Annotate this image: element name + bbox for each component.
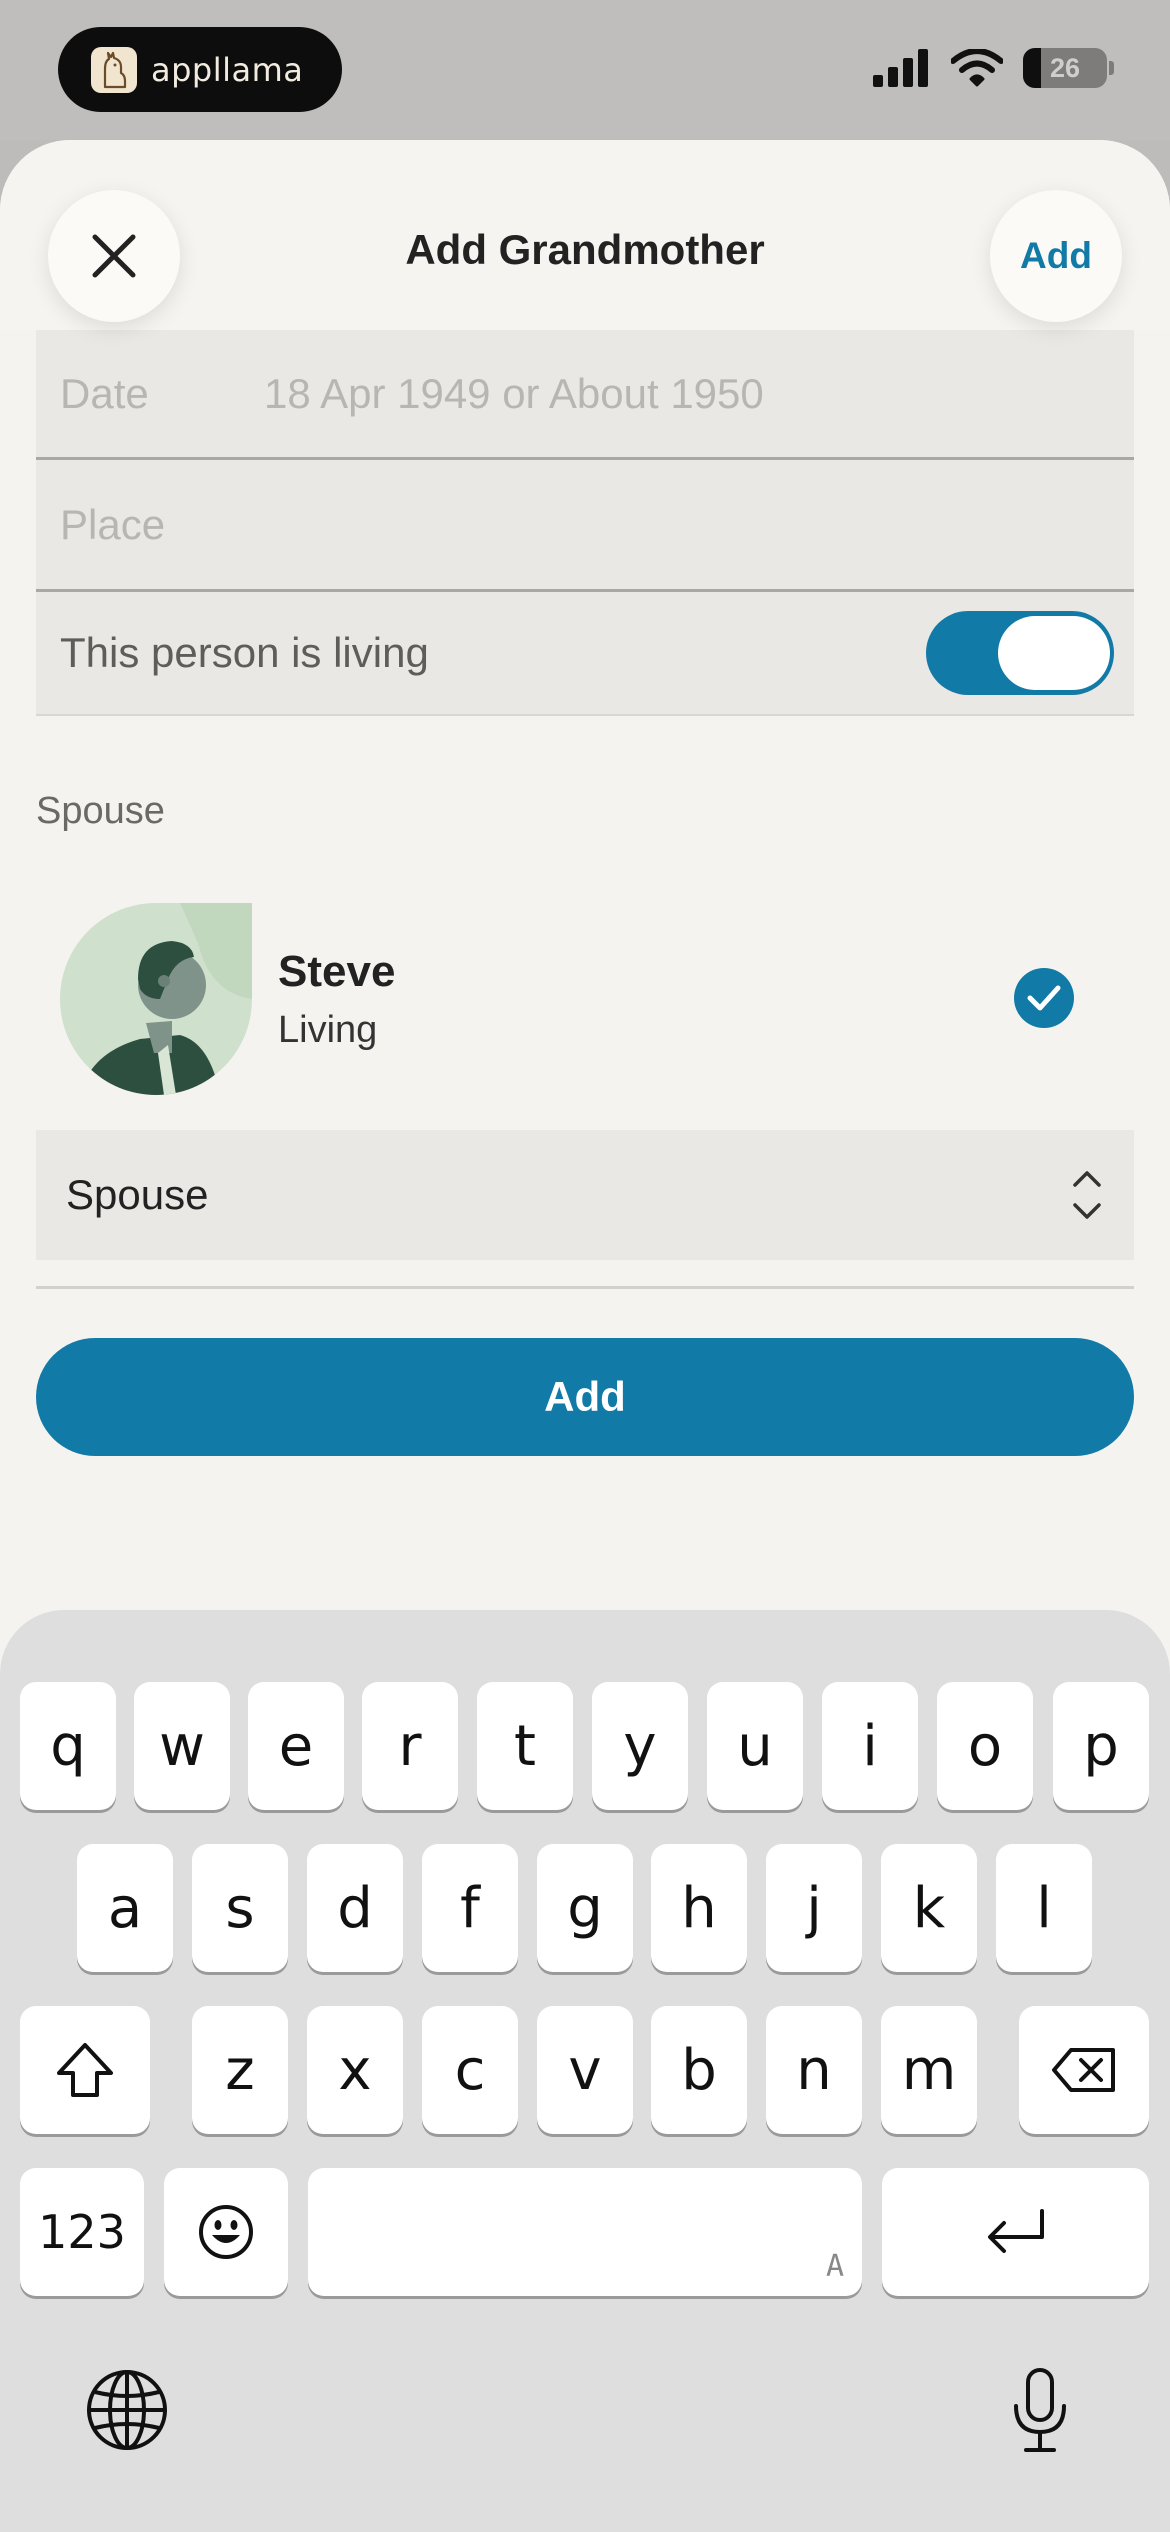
date-label: Date: [60, 369, 149, 417]
emoji-icon: [199, 2205, 253, 2259]
key-a[interactable]: a: [77, 1844, 173, 1972]
person-form: Date 18 Apr 1949 or About 1950 Place Thi…: [36, 330, 1134, 716]
spouse-status: Living: [278, 1008, 378, 1051]
key-g[interactable]: g: [537, 1844, 633, 1972]
sheet-header: Add Grandmother Add: [0, 140, 1170, 330]
header-add-button[interactable]: Add: [990, 190, 1122, 322]
key-u[interactable]: u: [707, 1682, 803, 1810]
selected-check-icon[interactable]: [1014, 968, 1074, 1028]
spouse-info: Steve Living: [278, 947, 395, 1052]
wifi-icon: [951, 49, 1003, 87]
space-key[interactable]: A: [308, 2168, 862, 2296]
key-j[interactable]: j: [766, 1844, 862, 1972]
delete-key[interactable]: [1019, 2006, 1149, 2134]
relationship-value: Spouse: [66, 1171, 209, 1218]
toggle-knob: [998, 616, 1110, 690]
person-silhouette-icon: [60, 903, 252, 1095]
numbers-key[interactable]: 123: [20, 2168, 144, 2296]
key-o[interactable]: o: [937, 1682, 1033, 1810]
key-y[interactable]: y: [592, 1682, 688, 1810]
key-l[interactable]: l: [996, 1844, 1092, 1972]
return-key[interactable]: [882, 2168, 1149, 2296]
space-hint: A: [825, 2249, 844, 2284]
key-p[interactable]: p: [1053, 1682, 1149, 1810]
divider: [36, 1286, 1134, 1289]
shift-icon: [57, 2043, 113, 2097]
key-v[interactable]: v: [537, 2006, 633, 2134]
key-w[interactable]: w: [134, 1682, 230, 1810]
delete-backspace-icon: [1052, 2048, 1115, 2092]
relationship-select[interactable]: Spouse: [36, 1130, 1134, 1260]
cellular-signal-icon: [873, 49, 928, 87]
keyboard: q w e r t y u i o p a s d f g h j k l z …: [0, 1610, 1170, 2532]
battery-tip: [1109, 61, 1114, 75]
key-k[interactable]: k: [881, 1844, 977, 1972]
emoji-key[interactable]: [164, 2168, 288, 2296]
app-indicator-pill[interactable]: appllama: [58, 27, 342, 112]
key-s[interactable]: s: [192, 1844, 288, 1972]
microphone-icon[interactable]: [1010, 2366, 1070, 2456]
key-x[interactable]: x: [307, 2006, 403, 2134]
key-h[interactable]: h: [651, 1844, 747, 1972]
living-label: This person is living: [60, 629, 429, 676]
key-c[interactable]: c: [422, 2006, 518, 2134]
key-t[interactable]: t: [477, 1682, 573, 1810]
status-icons: 26: [873, 48, 1114, 88]
globe-icon[interactable]: [85, 2368, 169, 2452]
key-r[interactable]: r: [362, 1682, 458, 1810]
key-q[interactable]: q: [20, 1682, 116, 1810]
key-d[interactable]: d: [307, 1844, 403, 1972]
date-field[interactable]: Date 18 Apr 1949 or About 1950: [36, 330, 1134, 460]
spouse-card[interactable]: Steve Living: [60, 902, 1110, 1096]
battery-icon: 26: [1023, 48, 1107, 88]
key-z[interactable]: z: [192, 2006, 288, 2134]
living-row: This person is living: [36, 592, 1134, 716]
place-placeholder: Place: [60, 500, 166, 548]
key-e[interactable]: e: [248, 1682, 344, 1810]
key-n[interactable]: n: [766, 2006, 862, 2134]
app-pill-label: appllama: [151, 50, 304, 89]
add-button[interactable]: Add: [36, 1338, 1134, 1456]
key-i[interactable]: i: [822, 1682, 918, 1810]
return-icon: [987, 2209, 1044, 2253]
chevron-up-down-icon: [1073, 1171, 1101, 1219]
spouse-section-label: Spouse: [36, 790, 165, 832]
battery-level: 26: [1049, 52, 1081, 83]
spouse-name: Steve: [278, 946, 396, 996]
place-field[interactable]: Place: [36, 460, 1134, 592]
key-m[interactable]: m: [881, 2006, 977, 2134]
avatar: [60, 903, 252, 1095]
llama-logo-icon: [91, 46, 137, 93]
living-toggle[interactable]: [926, 611, 1114, 695]
key-f[interactable]: f: [422, 1844, 518, 1972]
shift-key[interactable]: [20, 2006, 150, 2134]
status-bar: appllama 26: [0, 0, 1170, 140]
key-b[interactable]: b: [651, 2006, 747, 2134]
date-placeholder: 18 Apr 1949 or About 1950: [264, 369, 764, 417]
